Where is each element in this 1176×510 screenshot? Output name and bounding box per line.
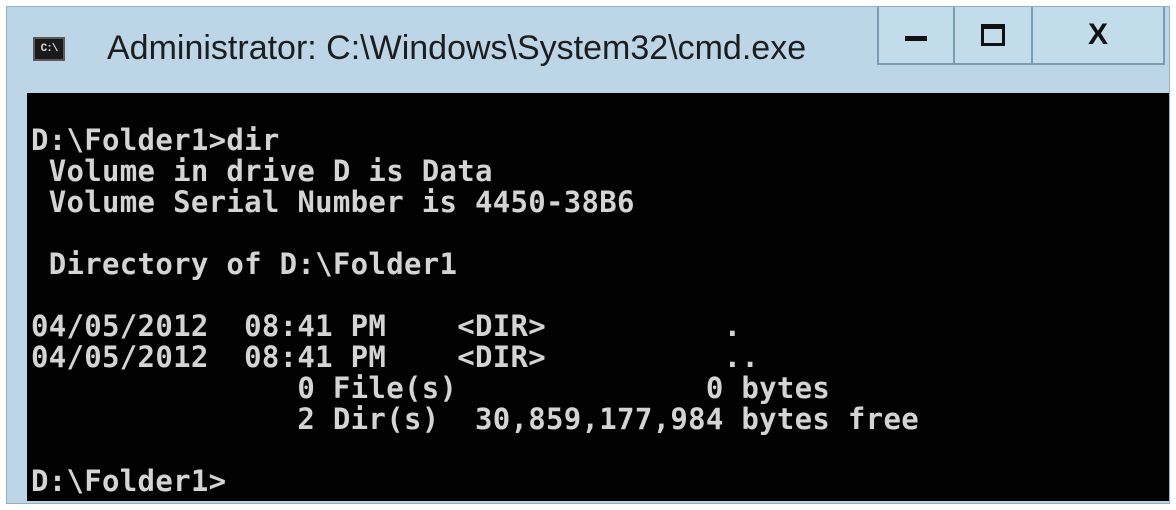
console-line: Volume in drive D is Data: [31, 154, 493, 188]
console-output[interactable]: D:\Folder1>dir Volume in drive D is Data…: [27, 93, 1169, 501]
console-line: 2 Dir(s) 30,859,177,984 bytes free: [31, 402, 919, 436]
minimize-button[interactable]: [877, 7, 955, 65]
console-line: Directory of D:\Folder1: [31, 247, 458, 281]
title-bar[interactable]: C:\ Administrator: C:\Windows\System32\c…: [7, 7, 1169, 91]
window-controls: X: [877, 7, 1165, 69]
console-line: 04/05/2012 08:41 PM <DIR> .: [31, 309, 742, 343]
console-line: 04/05/2012 08:41 PM <DIR> ..: [31, 340, 760, 374]
cmd-icon[interactable]: C:\: [33, 37, 65, 61]
console-line: D:\Folder1>dir: [31, 123, 280, 157]
console-prompt[interactable]: D:\Folder1>: [31, 466, 1169, 497]
maximize-button[interactable]: [955, 7, 1033, 65]
maximize-icon: [981, 24, 1005, 46]
close-button[interactable]: X: [1033, 7, 1165, 65]
console-line: 0 File(s) 0 bytes: [31, 371, 831, 405]
close-icon: X: [1087, 18, 1108, 51]
window-title: Administrator: C:\Windows\System32\cmd.e…: [107, 29, 807, 67]
console-line: Volume Serial Number is 4450-38B6: [31, 185, 635, 219]
cmd-window: C:\ Administrator: C:\Windows\System32\c…: [6, 6, 1170, 504]
minimize-icon: [905, 35, 927, 41]
console-text: D:\Folder1>dir Volume in drive D is Data…: [27, 93, 1169, 497]
